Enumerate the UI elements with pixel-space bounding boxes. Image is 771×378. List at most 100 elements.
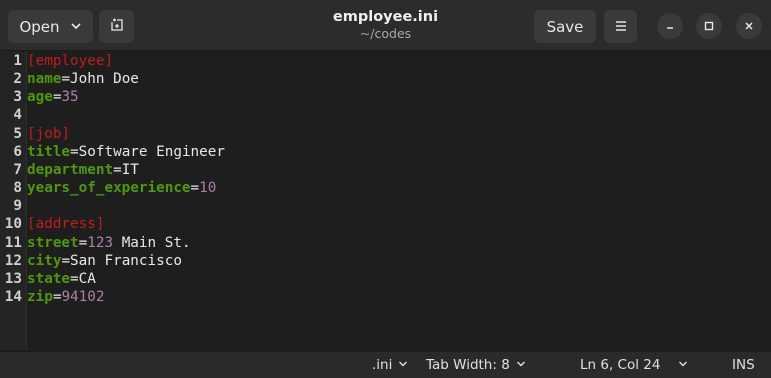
code-token: 10 xyxy=(199,180,217,197)
code-line[interactable]: 1 [employee] xyxy=(0,52,113,70)
code-token: years_of_experience xyxy=(27,180,191,197)
line-number: 3 xyxy=(13,89,22,106)
tab-width-selector[interactable]: Tab Width: 8 xyxy=(426,357,526,373)
line-number: 13 xyxy=(4,270,22,287)
maximize-button[interactable] xyxy=(696,13,722,39)
code-line[interactable]: 14 zip=94102 xyxy=(0,288,105,306)
code-editor[interactable]: 1 [employee] 2 name=John Doe 3 age=35 4 5 [job] 6… xyxy=(0,51,771,350)
code-token: IT xyxy=(121,161,139,178)
line-number: 10 xyxy=(4,216,22,233)
minimize-icon xyxy=(664,17,676,36)
code-token: [address] xyxy=(27,216,105,233)
code-token: Software Engineer xyxy=(78,143,225,160)
code-text: name=John Doe xyxy=(27,70,139,88)
cursor-position[interactable]: Ln 6, Col 24 xyxy=(580,357,688,373)
code-line[interactable]: 6 title=Software Engineer xyxy=(0,143,225,161)
line-number: 4 xyxy=(13,107,22,124)
insert-mode-label: INS xyxy=(732,357,755,373)
close-button[interactable] xyxy=(736,13,762,39)
code-text: zip=94102 xyxy=(27,288,104,306)
code-token: name xyxy=(27,71,62,88)
code-line[interactable]: 12 city=San Francisco xyxy=(0,252,182,270)
status-bar: .ini Tab Width: 8 Ln 6, Col 24 INS xyxy=(0,351,771,378)
maximize-icon xyxy=(703,17,715,36)
open-button-label: Open xyxy=(19,17,60,36)
code-text: age=35 xyxy=(27,88,79,106)
code-token: 94102 xyxy=(61,288,105,305)
text-editor-window: Open employee.ini ~/codes Save 1 [employ… xyxy=(0,0,771,378)
code-token: = xyxy=(78,234,88,251)
code-token: = xyxy=(70,143,79,160)
close-icon xyxy=(743,17,755,36)
code-token: San Francisco xyxy=(70,252,182,269)
code-token: age xyxy=(27,89,53,106)
code-token: [job] xyxy=(27,125,71,142)
code-token: street xyxy=(27,234,79,251)
line-number: 6 xyxy=(13,143,22,160)
chevron-down-icon xyxy=(672,357,688,373)
code-line[interactable]: 10 [address] xyxy=(0,215,105,233)
hamburger-menu-icon xyxy=(614,18,628,36)
code-token: = xyxy=(190,180,200,197)
line-number: 7 xyxy=(13,161,22,178)
code-line[interactable]: 7 department=IT xyxy=(0,161,139,179)
code-token: state xyxy=(27,270,71,287)
line-number: 5 xyxy=(13,125,22,142)
code-token: = xyxy=(70,270,79,287)
code-line[interactable]: 9 xyxy=(0,197,22,215)
code-token: department xyxy=(27,161,114,178)
code-text: [employee] xyxy=(27,52,113,70)
code-line[interactable]: 13 state=CA xyxy=(0,270,96,288)
code-token: title xyxy=(27,143,71,160)
code-text: [address] xyxy=(27,215,104,233)
minimize-button[interactable] xyxy=(657,13,683,39)
open-button[interactable]: Open xyxy=(8,10,93,43)
chevron-down-icon xyxy=(510,357,526,373)
code-text: [job] xyxy=(27,125,70,143)
line-number: 1 xyxy=(13,53,22,69)
code-token: 35 xyxy=(61,89,79,106)
main-menu-button[interactable] xyxy=(604,10,637,43)
code-token: = xyxy=(113,161,122,178)
code-token: John Doe xyxy=(70,71,139,88)
chevron-down-icon xyxy=(392,357,408,373)
line-number: 11 xyxy=(4,234,22,251)
line-number: 9 xyxy=(13,198,22,215)
code-token: = xyxy=(61,71,71,88)
code-text: city=San Francisco xyxy=(27,252,182,270)
code-line[interactable]: 3 age=35 xyxy=(0,88,78,106)
new-tab-icon xyxy=(109,17,125,37)
title-area: employee.ini ~/codes xyxy=(250,8,521,42)
save-button[interactable]: Save xyxy=(534,10,596,43)
code-line[interactable]: 4 xyxy=(0,106,22,124)
code-token: CA xyxy=(78,270,96,287)
code-line[interactable]: 2 name=John Doe xyxy=(0,70,139,88)
code-token: = xyxy=(61,252,71,269)
code-token: 123 xyxy=(87,234,114,251)
code-token: city xyxy=(27,252,62,269)
line-number: 2 xyxy=(13,71,22,88)
cursor-position-label: Ln 6, Col 24 xyxy=(580,357,661,373)
line-number: 12 xyxy=(4,252,22,269)
chevron-down-icon xyxy=(70,18,82,36)
language-selector[interactable]: .ini xyxy=(372,357,408,373)
code-line[interactable]: 11 street=123 Main St. xyxy=(0,234,191,252)
code-text: department=IT xyxy=(27,161,139,179)
code-text: street=123 Main St. xyxy=(27,234,191,252)
language-label: .ini xyxy=(372,357,393,373)
insert-mode-indicator[interactable]: INS xyxy=(732,357,755,373)
header-bar: Open employee.ini ~/codes Save xyxy=(0,0,771,51)
new-document-button[interactable] xyxy=(99,10,134,43)
code-line[interactable]: 8 years_of_experience=10 xyxy=(0,179,216,197)
document-path: ~/codes xyxy=(359,26,412,41)
code-text: state=CA xyxy=(27,270,96,288)
document-title: employee.ini xyxy=(332,9,439,25)
code-token: [employee] xyxy=(27,53,114,69)
code-token: zip xyxy=(27,288,53,305)
code-token: Main St. xyxy=(113,234,191,251)
code-line[interactable]: 5 [job] xyxy=(0,125,70,143)
line-number: 14 xyxy=(4,288,22,305)
tab-width-label: Tab Width: 8 xyxy=(426,357,510,373)
line-number: 8 xyxy=(13,180,22,197)
code-text: years_of_experience=10 xyxy=(27,179,216,197)
